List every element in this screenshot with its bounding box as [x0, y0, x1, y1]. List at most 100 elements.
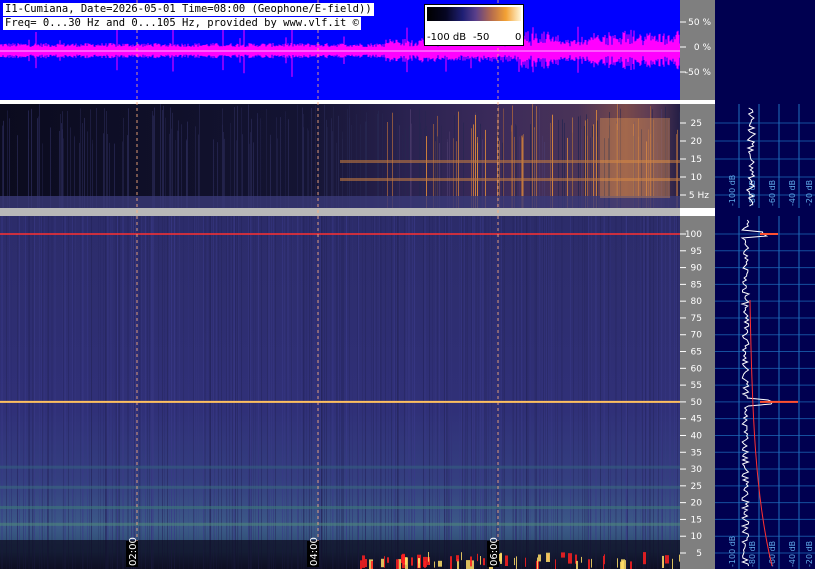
- high-streak: [374, 216, 375, 569]
- high-streak: [604, 216, 605, 569]
- panel-separator: [0, 208, 680, 216]
- low-streak: [516, 125, 517, 208]
- low-streak: [241, 107, 242, 208]
- low-streak: [165, 117, 166, 208]
- low-streak: [338, 115, 339, 208]
- high-streak: [649, 216, 650, 569]
- low-streak: [288, 119, 289, 208]
- high-streak: [518, 216, 519, 569]
- low-streak: [419, 108, 420, 208]
- low-streak: [558, 119, 559, 208]
- high-streak: [235, 216, 236, 569]
- low-streak: [333, 106, 334, 208]
- low-streak: [123, 117, 124, 208]
- high-streak: [249, 216, 250, 569]
- high-streak: [306, 216, 307, 569]
- high-streak: [75, 216, 76, 569]
- low-streak: [458, 111, 459, 208]
- high-streak: [553, 216, 554, 569]
- high-streak: [590, 216, 591, 569]
- high-streak: [179, 216, 180, 569]
- high-streak: [478, 216, 479, 569]
- high-streak: [409, 216, 410, 569]
- high-streak: [188, 216, 189, 569]
- high-streak: [311, 216, 312, 569]
- high-streak: [226, 216, 227, 569]
- low-streak: [530, 124, 531, 208]
- high-streak: [238, 216, 239, 569]
- high-streak: [425, 216, 426, 569]
- high-streak: [65, 216, 66, 569]
- high-streak: [534, 216, 535, 569]
- high-streak: [339, 216, 340, 569]
- high-tick-label: 5: [696, 549, 702, 559]
- spectrum-db-label: -100 dB: [728, 175, 737, 206]
- high-streak: [338, 216, 339, 569]
- low-streak: [60, 114, 61, 208]
- high-streak: [248, 216, 249, 569]
- low-streak: [195, 126, 196, 208]
- header-title: I1-Cumiana, Date=2026-05-01 Time=08:00 (…: [3, 3, 374, 16]
- high-streak: [141, 216, 142, 569]
- high-hotspot: [662, 555, 664, 568]
- vlf-monitor-display: -100 dB -80 dB -60 dB -40 dB -20 dB -100 dB -8…: [0, 0, 815, 569]
- high-streak: [526, 216, 527, 569]
- high-streak: [432, 216, 433, 569]
- high-streak: [167, 216, 168, 569]
- high-streak: [633, 216, 634, 569]
- high-streak: [72, 216, 73, 569]
- high-streak: [346, 216, 347, 569]
- colorbar-label-max: 0: [515, 32, 522, 43]
- high-streak: [362, 216, 363, 569]
- high-streak: [467, 216, 468, 569]
- high-streak: [424, 216, 425, 569]
- low-streak: [303, 127, 304, 208]
- high-streak: [406, 216, 407, 569]
- low-streak: [324, 104, 325, 208]
- low-streak: [28, 110, 29, 208]
- high-tick-label: 70: [691, 331, 703, 341]
- high-tick-label: 50: [691, 398, 703, 408]
- low-streak: [425, 111, 426, 208]
- low-streak: [276, 117, 277, 208]
- high-hotspot: [617, 558, 618, 568]
- high-hotspot: [505, 555, 508, 566]
- high-streak: [255, 216, 256, 569]
- high-tick-label: 15: [691, 515, 702, 525]
- low-streak: [360, 124, 361, 208]
- low-streak: [365, 121, 366, 208]
- high-hotspot: [360, 560, 362, 569]
- high-streak: [227, 216, 228, 569]
- high-streak: [319, 216, 320, 569]
- high-streak: [303, 216, 304, 569]
- high-streak: [485, 216, 486, 569]
- high-streak: [483, 216, 484, 569]
- time-marker-label: 06:00: [489, 537, 500, 566]
- low-streak: [326, 119, 327, 208]
- high-streak: [446, 216, 447, 569]
- low-streak: [351, 125, 352, 208]
- high-streak: [585, 216, 586, 569]
- high-streak: [116, 216, 117, 569]
- high-streak: [474, 216, 475, 569]
- high-streak: [118, 216, 119, 569]
- low-streak: [96, 108, 97, 208]
- high-streak: [127, 216, 128, 569]
- high-streak: [676, 216, 677, 569]
- high-streak: [528, 216, 529, 569]
- high-streak: [398, 216, 399, 569]
- high-streak: [28, 216, 29, 569]
- high-streak: [91, 216, 92, 569]
- low-streak: [562, 119, 563, 208]
- high-streak: [241, 216, 242, 569]
- high-streak: [169, 216, 170, 569]
- low-streak: [302, 107, 303, 208]
- high-streak: [393, 216, 394, 569]
- waveform-tick-label: -50 %: [685, 68, 712, 78]
- high-streak: [63, 216, 64, 569]
- high-hotspot: [672, 558, 673, 569]
- high-streak: [111, 216, 112, 569]
- high-streak: [596, 216, 597, 569]
- high-streak: [643, 216, 644, 569]
- high-streak: [381, 216, 382, 569]
